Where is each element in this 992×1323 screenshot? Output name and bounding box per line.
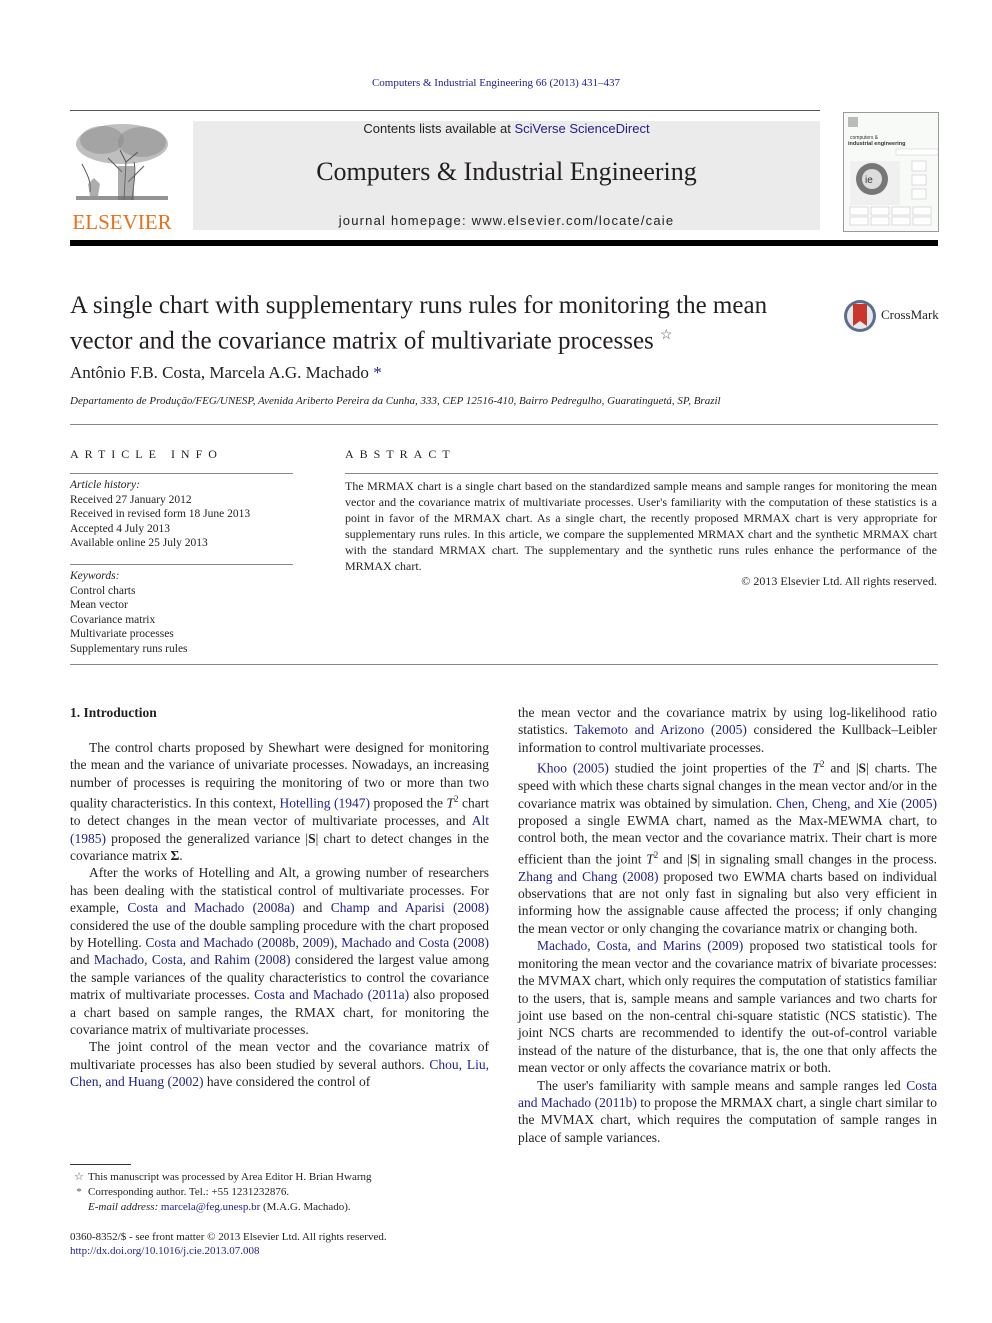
citation-link[interactable]: Chen, Cheng, and Xie (2005): [776, 796, 937, 811]
paragraph: The joint control of the mean vector and…: [70, 1039, 489, 1090]
citation-link[interactable]: Costa and Machado (2011a): [254, 987, 409, 1002]
citation-link[interactable]: Khoo (2005): [537, 761, 609, 776]
email-suffix: (M.A.G. Machado).: [260, 1201, 351, 1213]
citation-link[interactable]: Champ and Aparisi (2008): [331, 900, 489, 915]
journal-title: Computers & Industrial Engineering: [316, 157, 697, 186]
abstract-heading: ABSTRACT: [345, 447, 456, 461]
superscript: 2: [454, 794, 459, 805]
crossmark-label: CrossMark: [881, 307, 939, 322]
divider: [70, 473, 293, 474]
citation-link[interactable]: Hotelling (1947): [279, 796, 370, 811]
running-head[interactable]: Computers & Industrial Engineering 66 (2…: [0, 77, 992, 89]
footnote-text: This manuscript was processed by Area Ed…: [88, 1171, 372, 1183]
keyword: Covariance matrix: [70, 613, 156, 626]
history-item: Accepted 4 July 2013: [70, 522, 170, 535]
footnote-mark: *: [76, 1186, 82, 1198]
body-right-column: the mean vector and the covariance matri…: [518, 704, 937, 1146]
header-thick-rule: [70, 240, 938, 246]
citation-link[interactable]: Costa and Machado (2008b, 2009): [145, 935, 334, 950]
citation-link[interactable]: Zhang and Chang (2008): [518, 869, 658, 884]
footnote-rule: [70, 1164, 131, 1165]
paragraph: The user's familiarity with sample means…: [518, 1077, 937, 1145]
contents-prefix: Contents lists available at: [363, 121, 515, 136]
affiliation: Departamento de Produção/FEG/UNESP, Aven…: [70, 395, 721, 407]
keyword: Multivariate processes: [70, 628, 174, 640]
keyword: Supplementary runs rules: [70, 642, 188, 655]
keywords-label: Keywords:: [70, 570, 120, 582]
crossmark-icon: [844, 300, 876, 332]
issn-line: 0360-8352/$ - see front matter © 2013 El…: [70, 1231, 387, 1243]
paragraph: After the works of Hotelling and Alt, a …: [70, 865, 490, 1037]
math-symbol: T: [646, 851, 654, 867]
superscript: 2: [653, 849, 659, 860]
footnote-email: E-mail address: marcela@feg.unesp.br (M.…: [70, 1200, 372, 1215]
citation-link[interactable]: Machado, Costa, and Rahim (2008): [94, 952, 291, 967]
footnotes: ☆ This manuscript was processed by Area E…: [70, 1170, 372, 1215]
math-bold-symbol: Σ: [170, 847, 180, 863]
keywords: Keywords: Control charts Mean vector Cov…: [70, 569, 188, 656]
abstract-copyright: © 2013 Elsevier Ltd. All rights reserved…: [741, 574, 937, 588]
article-title: A single chart with supplementary runs r…: [70, 291, 830, 356]
divider: [70, 664, 938, 665]
sciencedirect-link[interactable]: SciVerse ScienceDirect: [514, 121, 649, 136]
math-bold-symbol: S: [689, 851, 698, 867]
citation-link[interactable]: Machado, Costa, and Marins (2009): [537, 938, 743, 953]
article-title-text: A single chart with supplementary runs r…: [70, 292, 768, 355]
elsevier-tree-icon: [72, 122, 170, 202]
paragraph: The control charts proposed by Shewhart …: [70, 740, 490, 863]
math-bold-symbol: S: [858, 760, 867, 776]
journal-banner: Contents lists available at SciVerse Sci…: [193, 121, 820, 230]
citation-link[interactable]: Takemoto and Arizono (2005): [574, 722, 747, 737]
paragraph: Machado, Costa, and Marins (2009) propos…: [518, 938, 937, 1076]
contents-line: Contents lists available at SciVerse Sci…: [193, 121, 820, 136]
authors: Antônio F.B. Costa, Marcela A.G. Machado…: [70, 363, 382, 383]
keyword: Mean vector: [70, 599, 128, 611]
footnote-mark: ☆: [74, 1171, 84, 1183]
body-left-column: The control charts proposed by Shewhart …: [70, 739, 489, 1091]
cover-title-line2: industrial engineering: [848, 141, 905, 147]
citation-link[interactable]: Costa and Machado (2011b): [518, 1078, 937, 1110]
citation-link[interactable]: Costa and Machado (2008a): [127, 900, 294, 915]
elsevier-logo[interactable]: ELSEVIER: [70, 118, 174, 234]
paragraph: Khoo (2005) studied the joint properties…: [518, 759, 937, 936]
keyword: Control charts: [70, 584, 136, 597]
superscript: 2: [819, 759, 825, 770]
doi-link[interactable]: http://dx.doi.org/10.1016/j.cie.2013.07.…: [70, 1244, 387, 1258]
history-item: Received 27 January 2012: [70, 493, 192, 506]
history-item: Available online 25 July 2013: [70, 537, 208, 549]
history-label: Article history:: [70, 479, 140, 491]
citation-link[interactable]: Chou, Liu, Chen, and Huang (2002): [70, 1057, 489, 1089]
issn-block: 0360-8352/$ - see front matter © 2013 El…: [70, 1230, 387, 1258]
author-names: Antônio F.B. Costa, Marcela A.G. Machado: [70, 363, 369, 382]
title-footnote-mark[interactable]: ☆: [660, 328, 673, 343]
math-symbol: T: [812, 760, 820, 776]
elsevier-wordmark: ELSEVIER: [72, 210, 172, 234]
divider: [70, 564, 293, 565]
math-bold-symbol: S: [308, 830, 316, 846]
article-info-heading: ARTICLE INFO: [70, 447, 223, 461]
journal-cover-thumbnail[interactable]: computers & industrial engineering ie: [843, 112, 939, 232]
divider: [70, 424, 938, 425]
citation-link[interactable]: Alt (1985): [70, 813, 489, 845]
abstract-text: The MRMAX chart is a single chart based …: [345, 479, 937, 573]
email-label: E-mail address:: [88, 1201, 161, 1213]
paragraph: the mean vector and the covariance matri…: [518, 705, 937, 755]
journal-cover-icon: computers & industrial engineering ie: [848, 117, 939, 226]
corresponding-author-mark[interactable]: *: [373, 363, 382, 382]
footnote-text: Corresponding author. Tel.: +55 12312328…: [88, 1186, 290, 1198]
footnote: * Corresponding author. Tel.: +55 1231232…: [70, 1185, 372, 1200]
crossmark-badge[interactable]: CrossMark: [843, 298, 943, 334]
header-rule: [70, 110, 820, 111]
divider: [345, 473, 938, 474]
history-item: Received in revised form 18 June 2013: [70, 508, 251, 520]
math-symbol: T: [446, 795, 455, 811]
cover-badge: ie: [865, 175, 873, 186]
footnote: ☆ This manuscript was processed by Area E…: [70, 1170, 372, 1185]
section-heading: 1. Introduction: [70, 705, 157, 720]
citation-link[interactable]: Machado and Costa (2008): [341, 935, 489, 950]
journal-homepage[interactable]: journal homepage: www.elsevier.com/locat…: [193, 213, 820, 228]
email-link[interactable]: marcela@feg.unesp.br: [161, 1201, 260, 1213]
article-history: Article history: Received 27 January 201…: [70, 478, 250, 551]
